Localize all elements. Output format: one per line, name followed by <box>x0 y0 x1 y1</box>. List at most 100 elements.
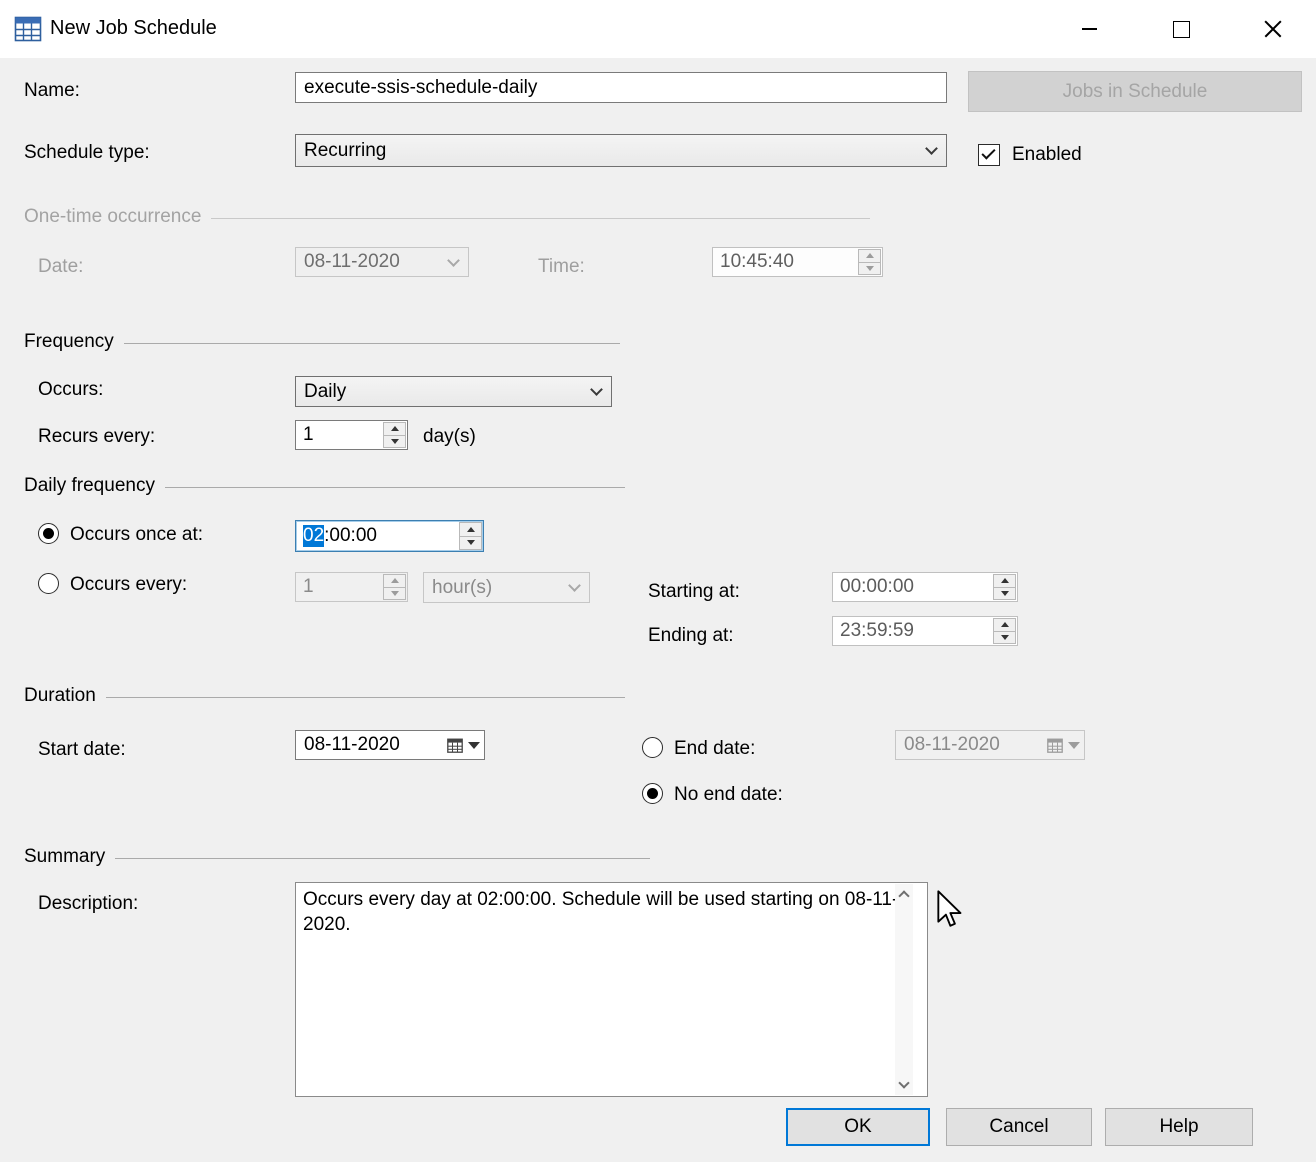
schedule-grid-icon <box>14 15 42 43</box>
arrow-up-icon <box>1001 622 1009 627</box>
help-button[interactable]: Help <box>1105 1108 1253 1146</box>
one-time-date-value: 08-11-2020 <box>304 251 400 273</box>
arrow-down-icon <box>391 439 399 444</box>
occurs-label: Occurs: <box>38 379 103 401</box>
arrow-up-icon <box>467 527 475 532</box>
spin-up-button[interactable] <box>459 522 482 537</box>
arrow-up-icon <box>1001 578 1009 583</box>
schedule-type-value: Recurring <box>304 140 386 162</box>
occurs-every-unit-value: hour(s) <box>432 577 492 599</box>
end-date-picker[interactable]: 08-11-2020 <box>895 730 1085 760</box>
jobs-in-schedule-button[interactable]: Jobs in Schedule <box>968 71 1302 112</box>
checkmark-icon <box>981 145 995 159</box>
arrow-down-icon <box>866 266 874 271</box>
daily-frequency-title: Daily frequency <box>24 475 155 497</box>
one-time-time-spinner[interactable]: 10:45:40 <box>712 247 883 277</box>
spin-up-button[interactable] <box>383 422 406 436</box>
scroll-down-button[interactable] <box>895 1075 913 1095</box>
maximize-button[interactable] <box>1152 6 1210 52</box>
occurs-once-time-spinner[interactable]: 02:00:00 <box>295 520 484 552</box>
mouse-cursor <box>936 890 964 930</box>
arrow-up-icon <box>391 426 399 431</box>
spin-down-button[interactable] <box>383 436 406 449</box>
spin-up-button[interactable] <box>993 574 1016 588</box>
arrow-down-icon <box>467 540 475 545</box>
daily-frequency-group-header: Daily frequency <box>24 475 625 497</box>
summary-group-header: Summary <box>24 846 650 868</box>
end-date-value: 08-11-2020 <box>904 734 1000 756</box>
arrow-up-icon <box>866 253 874 258</box>
recurs-every-spinner[interactable]: 1 <box>295 420 408 450</box>
summary-title: Summary <box>24 846 105 868</box>
spin-up-button[interactable] <box>993 618 1016 632</box>
spin-up-button[interactable] <box>383 574 406 588</box>
ok-button[interactable]: OK <box>786 1108 930 1146</box>
starting-at-value: 00:00:00 <box>840 576 914 598</box>
ending-at-label: Ending at: <box>648 625 734 647</box>
spin-up-button[interactable] <box>858 249 881 263</box>
calendar-icon <box>1047 738 1063 753</box>
occurs-value: Daily <box>304 381 346 403</box>
no-end-date-label: No end date: <box>674 784 783 806</box>
schedule-type-label: Schedule type: <box>24 142 150 164</box>
starting-at-label: Starting at: <box>648 581 740 603</box>
occurs-every-value: 1 <box>303 576 314 598</box>
scroll-up-button[interactable] <box>895 884 913 904</box>
chevron-down-icon <box>447 254 460 267</box>
date-label: Date: <box>38 256 83 278</box>
frequency-title: Frequency <box>24 331 114 353</box>
occurs-once-label: Occurs once at: <box>70 524 203 546</box>
arrow-down-icon <box>391 591 399 596</box>
chevron-up-icon <box>898 890 909 901</box>
minimize-icon <box>1082 28 1097 30</box>
frequency-group-header: Frequency <box>24 331 620 353</box>
close-button[interactable] <box>1244 6 1302 52</box>
enabled-label: Enabled <box>1012 144 1082 166</box>
ending-at-spinner[interactable]: 23:59:59 <box>832 616 1018 646</box>
chevron-down-icon <box>590 383 603 396</box>
starting-at-spinner[interactable]: 00:00:00 <box>832 572 1018 602</box>
one-time-occurrence-group-header: One-time occurrence <box>24 206 870 228</box>
spin-down-button[interactable] <box>383 588 406 601</box>
occurs-every-label: Occurs every: <box>70 574 187 596</box>
description-textarea[interactable]: Occurs every day at 02:00:00. Schedule w… <box>295 882 928 1097</box>
description-value: Occurs every day at 02:00:00. Schedule w… <box>303 889 898 935</box>
occurs-every-unit-dropdown[interactable]: hour(s) <box>423 572 590 603</box>
occurs-every-spinner[interactable]: 1 <box>295 572 408 602</box>
maximize-icon <box>1173 21 1190 38</box>
close-icon <box>1263 19 1283 39</box>
help-label: Help <box>1159 1116 1198 1138</box>
occurs-once-radio[interactable] <box>38 523 59 544</box>
dropdown-arrow-icon <box>468 742 480 749</box>
start-date-label: Start date: <box>38 739 126 761</box>
occurs-once-time-rest: :00:00 <box>324 525 377 547</box>
cancel-label: Cancel <box>989 1116 1048 1138</box>
one-time-time-value: 10:45:40 <box>720 251 794 273</box>
chevron-down-icon <box>568 579 581 592</box>
minimize-button[interactable] <box>1060 6 1118 52</box>
no-end-date-radio[interactable] <box>642 783 663 804</box>
cancel-button[interactable]: Cancel <box>946 1108 1092 1146</box>
ok-label: OK <box>844 1116 871 1138</box>
spin-down-button[interactable] <box>858 263 881 276</box>
name-value: execute-ssis-schedule-daily <box>304 77 537 99</box>
occurs-once-time-selected: 02 <box>303 525 324 547</box>
recurs-every-label: Recurs every: <box>38 426 155 448</box>
occurs-dropdown[interactable]: Daily <box>295 376 612 407</box>
spin-down-button[interactable] <box>459 537 482 551</box>
end-date-label: End date: <box>674 738 755 760</box>
name-input[interactable]: execute-ssis-schedule-daily <box>295 72 947 103</box>
enabled-checkbox[interactable] <box>978 144 1000 166</box>
description-scrollbar[interactable] <box>895 884 913 1095</box>
arrow-up-icon <box>391 578 399 583</box>
end-date-radio[interactable] <box>642 737 663 758</box>
spin-down-button[interactable] <box>993 632 1016 645</box>
occurs-every-radio[interactable] <box>38 573 59 594</box>
start-date-picker[interactable]: 08-11-2020 <box>295 730 485 760</box>
window-title: New Job Schedule <box>50 17 217 40</box>
one-time-date-dropdown[interactable]: 08-11-2020 <box>295 247 469 277</box>
duration-title: Duration <box>24 685 96 707</box>
schedule-type-dropdown[interactable]: Recurring <box>295 134 947 167</box>
arrow-down-icon <box>1001 635 1009 640</box>
spin-down-button[interactable] <box>993 588 1016 601</box>
